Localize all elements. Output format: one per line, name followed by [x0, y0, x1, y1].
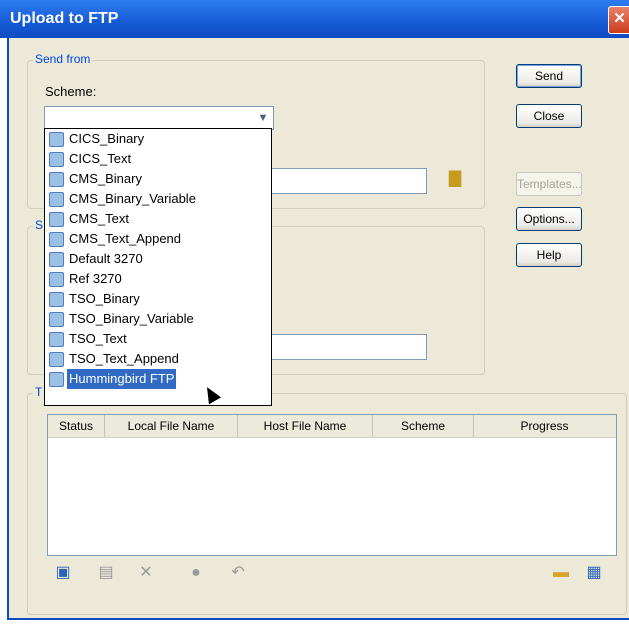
scheme-icon	[49, 272, 64, 287]
list-item[interactable]: Ref 3270	[45, 269, 271, 289]
list-item[interactable]: CMS_Text_Append	[45, 229, 271, 249]
edit-icon[interactable]: ▤	[97, 564, 115, 582]
send-button[interactable]: Send	[516, 64, 582, 88]
column-header-host-file-name[interactable]: Host File Name	[238, 415, 373, 437]
scheme-icon	[49, 192, 64, 207]
upload-to-ftp-dialog: Upload to FTP ✕ Send from Scheme: ▼ ▇ S …	[0, 0, 629, 632]
scheme-dropdown-list[interactable]: CICS_Binary CICS_Text CMS_Binary CMS_Bin…	[44, 128, 272, 406]
table-header: Status Local File Name Host File Name Sc…	[48, 415, 616, 438]
list-item[interactable]: CICS_Text	[45, 149, 271, 169]
column-header-local-file-name[interactable]: Local File Name	[105, 415, 238, 437]
dialog-client-area: Send from Scheme: ▼ ▇ S T Send Close Tem…	[7, 38, 629, 620]
list-item-selected[interactable]: Hummingbird FTP	[45, 369, 271, 389]
send-from-label: Send from	[33, 52, 93, 66]
list-item[interactable]: TSO_Text	[45, 329, 271, 349]
scheme-icon	[49, 172, 64, 187]
undo-icon[interactable]: ↶	[229, 564, 247, 582]
scheme-icon	[49, 152, 64, 167]
transfer-table[interactable]: Status Local File Name Host File Name Sc…	[47, 414, 617, 556]
add-file-icon[interactable]: ▣	[54, 564, 72, 582]
scheme-icon	[49, 352, 64, 367]
save-icon[interactable]: ▦	[585, 564, 603, 582]
list-item[interactable]: CMS_Text	[45, 209, 271, 229]
scheme-icon	[49, 232, 64, 247]
scheme-icon	[49, 212, 64, 227]
scheme-label: Scheme:	[45, 84, 97, 99]
list-item[interactable]: CMS_Binary_Variable	[45, 189, 271, 209]
title-bar[interactable]: Upload to FTP ✕	[0, 0, 629, 38]
local-path-field[interactable]	[259, 168, 427, 194]
window-title: Upload to FTP	[10, 10, 119, 27]
list-item[interactable]: CICS_Binary	[45, 129, 271, 149]
ftp-icon	[49, 372, 64, 387]
transfer-label: T	[33, 385, 45, 399]
column-header-status[interactable]: Status	[48, 415, 105, 437]
list-item[interactable]: TSO_Text_Append	[45, 349, 271, 369]
close-button[interactable]: Close	[516, 104, 582, 128]
list-item[interactable]: CMS_Binary	[45, 169, 271, 189]
scheme-icon	[49, 332, 64, 347]
host-path-field[interactable]	[259, 334, 427, 360]
close-window-icon[interactable]: ✕	[608, 6, 629, 34]
templates-button[interactable]: Templates...	[516, 172, 582, 196]
chevron-down-icon[interactable]: ▼	[254, 108, 272, 128]
column-header-progress[interactable]: Progress	[474, 415, 615, 437]
column-header-scheme[interactable]: Scheme	[373, 415, 474, 437]
list-item[interactable]: TSO_Binary_Variable	[45, 309, 271, 329]
list-item[interactable]: TSO_Binary	[45, 289, 271, 309]
open-folder-icon[interactable]: ▬	[552, 564, 570, 582]
list-item[interactable]: Default 3270	[45, 249, 271, 269]
settings-icon[interactable]: ●	[187, 564, 205, 582]
scheme-icon	[49, 312, 64, 327]
delete-icon[interactable]: ✕	[137, 564, 155, 582]
browse-folder-icon[interactable]: ▇	[446, 170, 464, 188]
scheme-combo[interactable]: ▼	[44, 106, 274, 130]
options-button[interactable]: Options...	[516, 207, 582, 231]
scheme-icon	[49, 252, 64, 267]
scheme-icon	[49, 292, 64, 307]
scheme-icon	[49, 132, 64, 147]
help-button[interactable]: Help	[516, 243, 582, 267]
window-frame: Send from Scheme: ▼ ▇ S T Send Close Tem…	[0, 38, 629, 632]
